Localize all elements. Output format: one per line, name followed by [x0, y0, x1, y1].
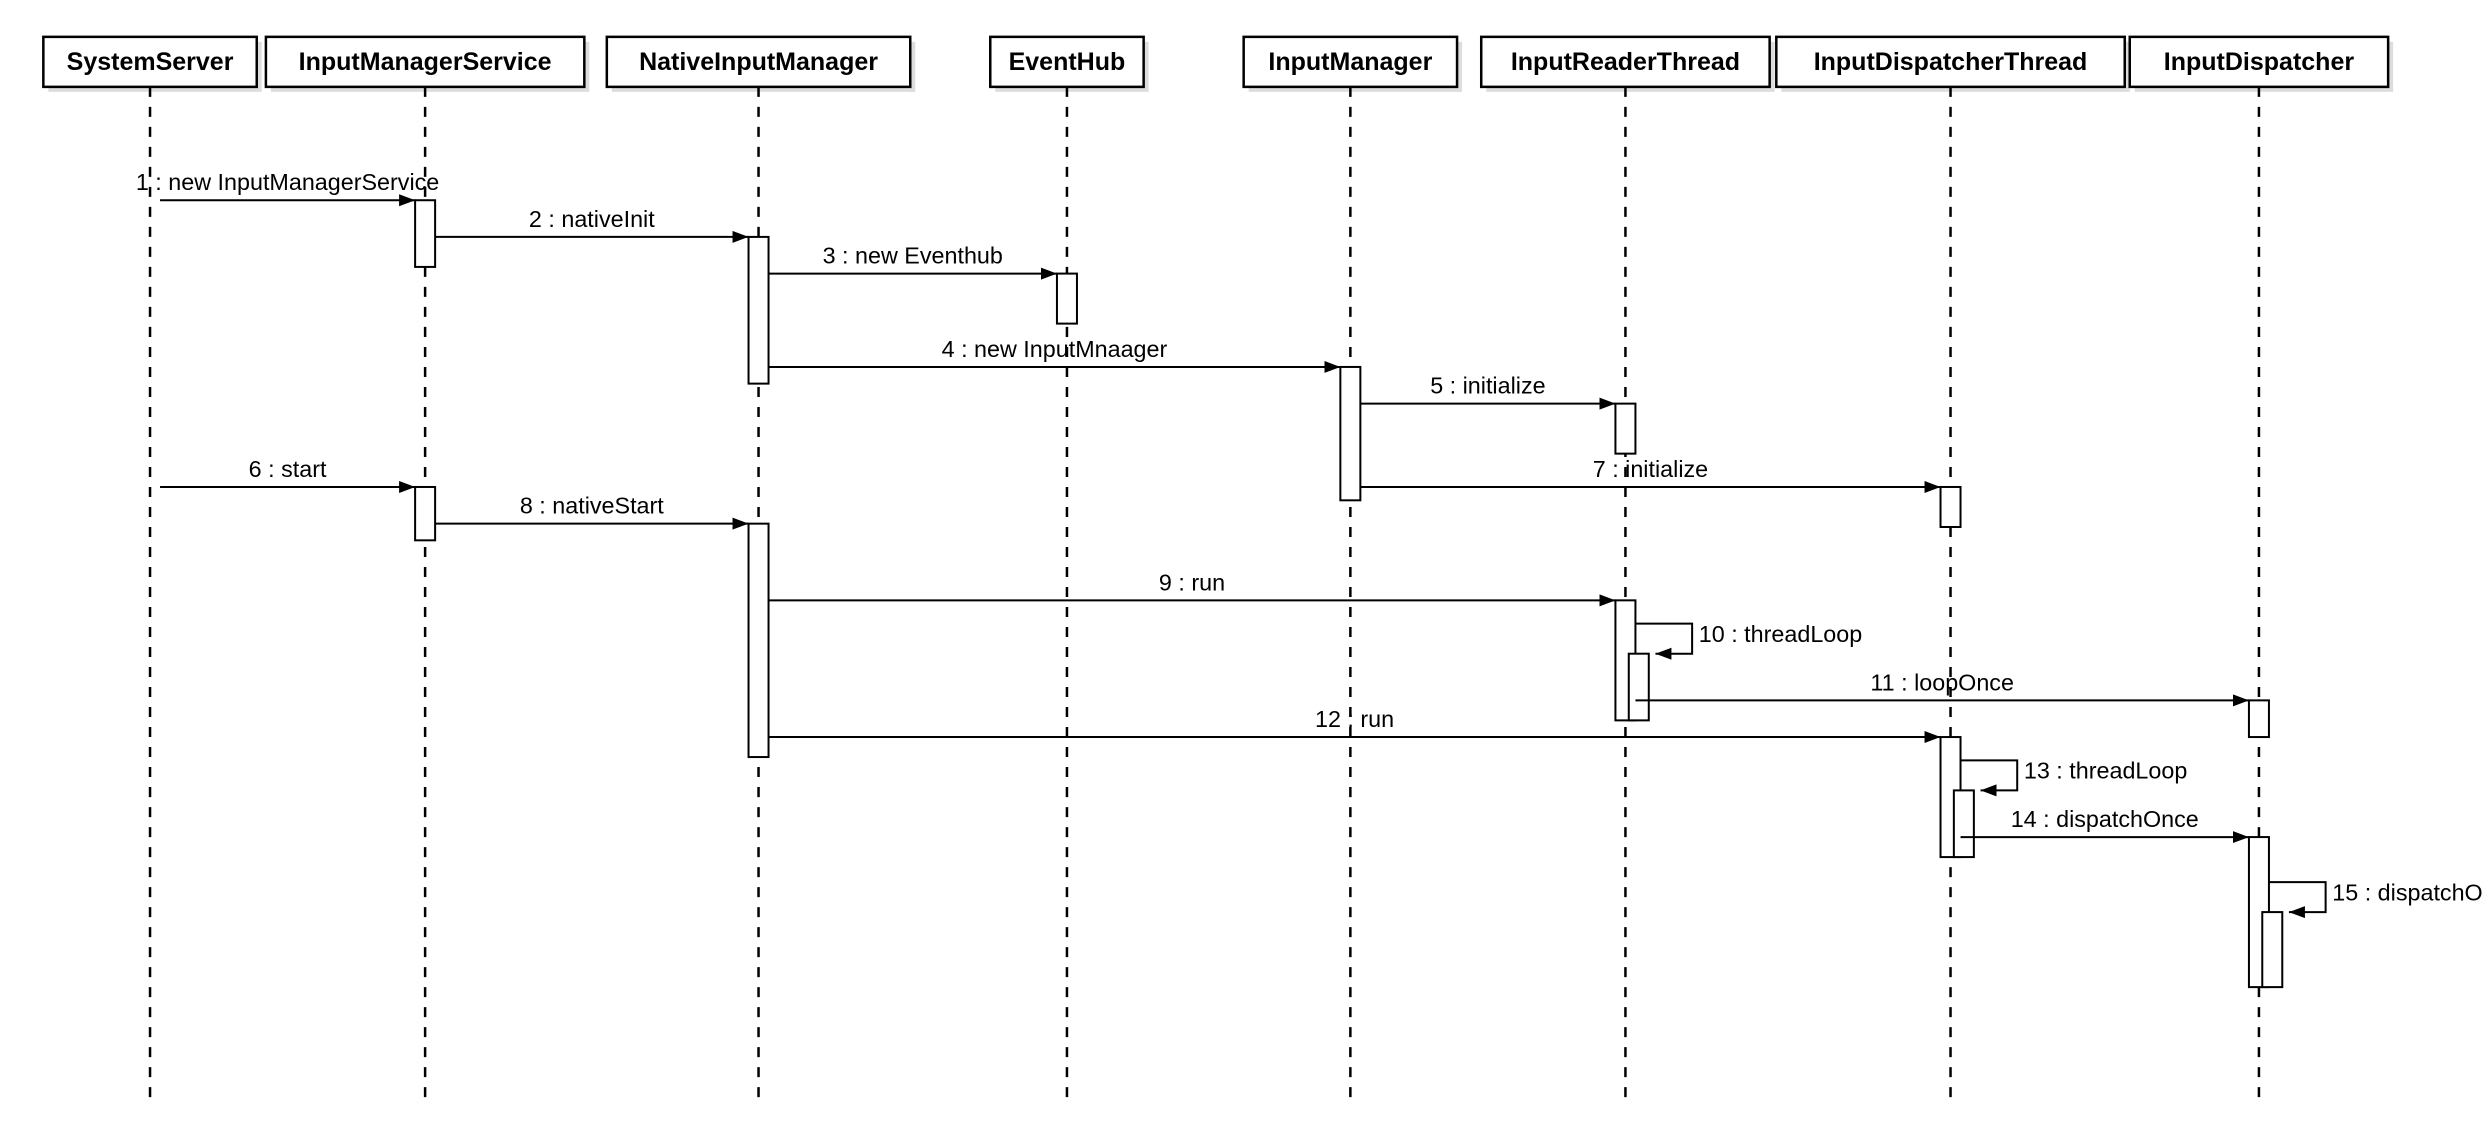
message-label: 5 : initialize	[1430, 373, 1545, 399]
activation-bar	[1629, 654, 1649, 721]
lifeline-label: NativeInputManager	[639, 48, 878, 76]
activation-bar	[1057, 274, 1077, 324]
activation-bar	[1340, 367, 1360, 500]
activation-bar	[1941, 487, 1961, 527]
message-label: 15 : dispatchOnceInnerLocked	[2332, 879, 2484, 905]
lifeline-label: InputDispatcher	[2164, 48, 2355, 76]
message-label: 9 : run	[1159, 569, 1225, 595]
message-label: 8 : nativeStart	[520, 493, 664, 519]
activation-bar	[2262, 912, 2282, 987]
message-label: 1 : new InputManagerService	[136, 169, 439, 195]
message-label: 7 : initialize	[1593, 456, 1708, 482]
message-arrow	[1635, 624, 1692, 654]
lifeline-label: EventHub	[1009, 48, 1126, 76]
lifeline-label: InputManagerService	[299, 48, 552, 76]
lifeline-label: InputDispatcherThread	[1814, 48, 2088, 76]
activation-bar	[2249, 700, 2269, 737]
message-arrow	[1961, 760, 2018, 790]
activation-bar	[1954, 790, 1974, 857]
message-label: 10 : threadLoop	[1699, 621, 1862, 647]
message-label: 11 : loopOnce	[1870, 669, 2014, 695]
message-label: 12 : run	[1315, 706, 1394, 732]
message-label: 6 : start	[249, 456, 327, 482]
lifeline-label: InputReaderThread	[1511, 48, 1740, 76]
lifeline-label: InputManager	[1268, 48, 1432, 76]
message-label: 14 : dispatchOnce	[2011, 806, 2199, 832]
message-label: 3 : new Eventhub	[823, 243, 1003, 269]
sequence-diagram: SystemServer InputManagerService NativeInp…	[0, 0, 2484, 1124]
message-label: 4 : new InputMnaager	[942, 336, 1168, 362]
lifeline-label: SystemServer	[67, 48, 234, 76]
message-label: 2 : nativeInit	[529, 206, 655, 232]
activation-bar	[1615, 404, 1635, 454]
message-arrow	[2269, 882, 2326, 912]
activation-bar	[415, 487, 435, 540]
activation-bar	[749, 237, 769, 384]
activation-bar	[415, 200, 435, 267]
message-label: 13 : threadLoop	[2024, 758, 2187, 784]
activation-bar	[749, 524, 769, 757]
